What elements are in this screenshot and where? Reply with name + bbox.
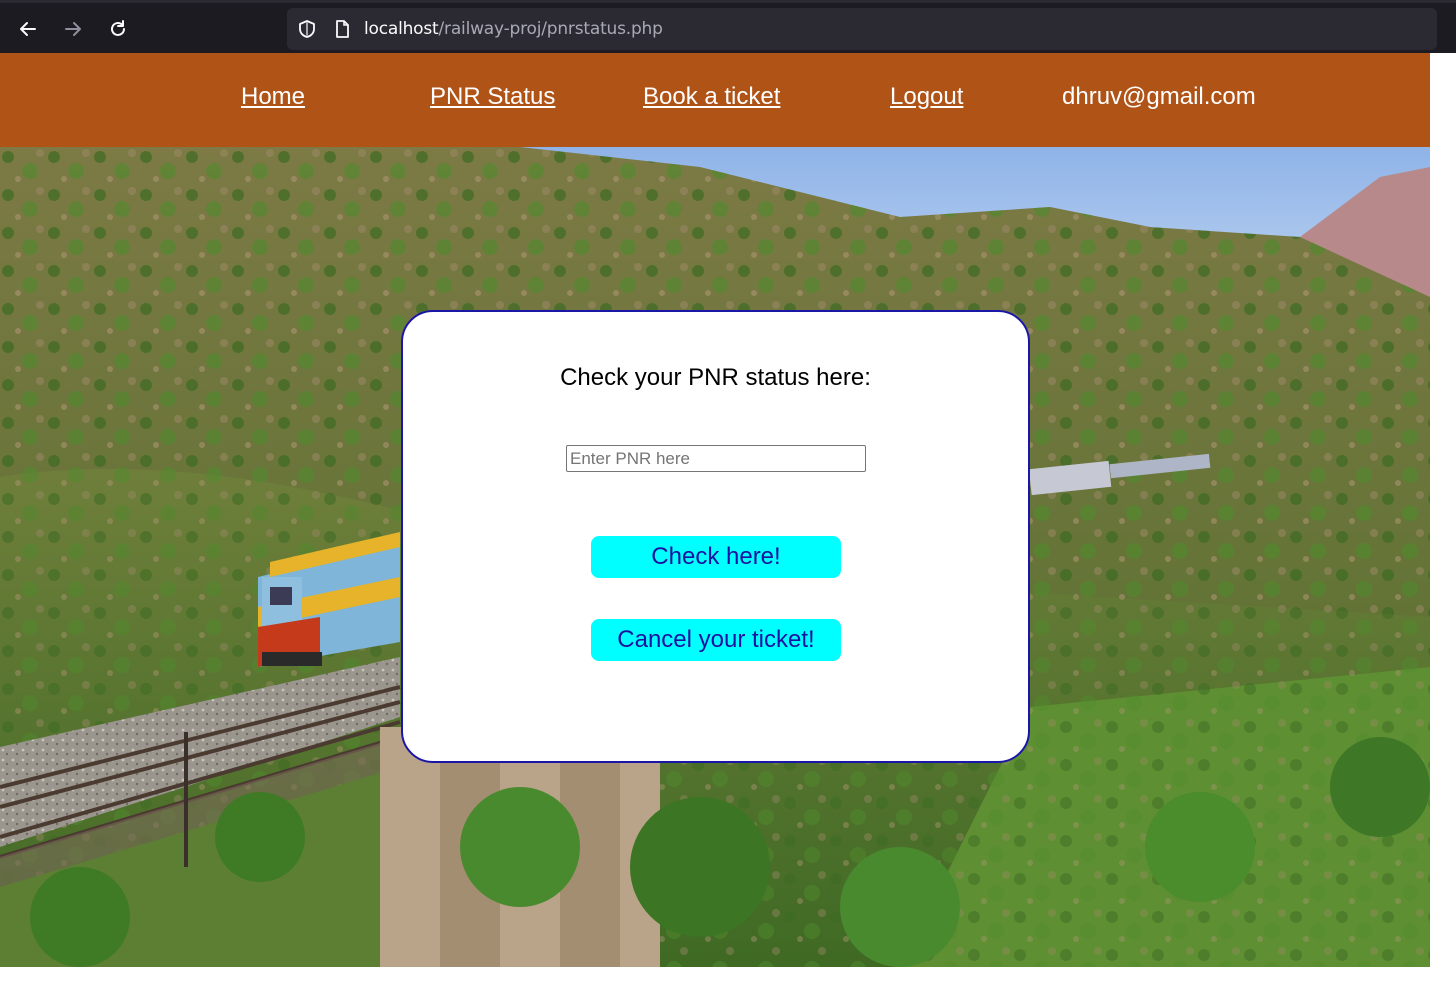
site-header: Home PNR Status Book a ticket Logout dhr… bbox=[0, 53, 1430, 147]
page-icon[interactable] bbox=[332, 19, 352, 39]
pnr-status-card: Check your PNR status here: Check here! … bbox=[401, 310, 1030, 763]
card-title: Check your PNR status here: bbox=[560, 364, 871, 391]
url-path: /railway-proj/pnrstatus.php bbox=[438, 19, 663, 39]
url-text[interactable]: localhost/railway-proj/pnrstatus.php bbox=[364, 19, 663, 39]
nav-home-link[interactable]: Home bbox=[241, 83, 305, 111]
back-arrow-icon[interactable] bbox=[12, 13, 44, 45]
reload-icon[interactable] bbox=[102, 13, 134, 45]
page-right-margin bbox=[1430, 53, 1456, 988]
cancel-ticket-button[interactable]: Cancel your ticket! bbox=[591, 619, 841, 661]
shield-icon[interactable] bbox=[297, 19, 317, 39]
nav-pnr-status-link[interactable]: PNR Status bbox=[430, 83, 555, 111]
browser-toolbar: localhost/railway-proj/pnrstatus.php bbox=[0, 0, 1456, 53]
nav-book-ticket-link[interactable]: Book a ticket bbox=[643, 83, 780, 111]
url-host: localhost bbox=[364, 19, 439, 39]
nav-logout-link[interactable]: Logout bbox=[890, 83, 963, 111]
address-bar[interactable]: localhost/railway-proj/pnrstatus.php bbox=[287, 8, 1437, 50]
check-pnr-button[interactable]: Check here! bbox=[591, 536, 841, 578]
user-email: dhruv@gmail.com bbox=[1062, 83, 1256, 110]
pnr-input[interactable] bbox=[566, 445, 866, 472]
forward-arrow-icon[interactable] bbox=[57, 13, 89, 45]
page-bottom-margin bbox=[0, 967, 1456, 988]
